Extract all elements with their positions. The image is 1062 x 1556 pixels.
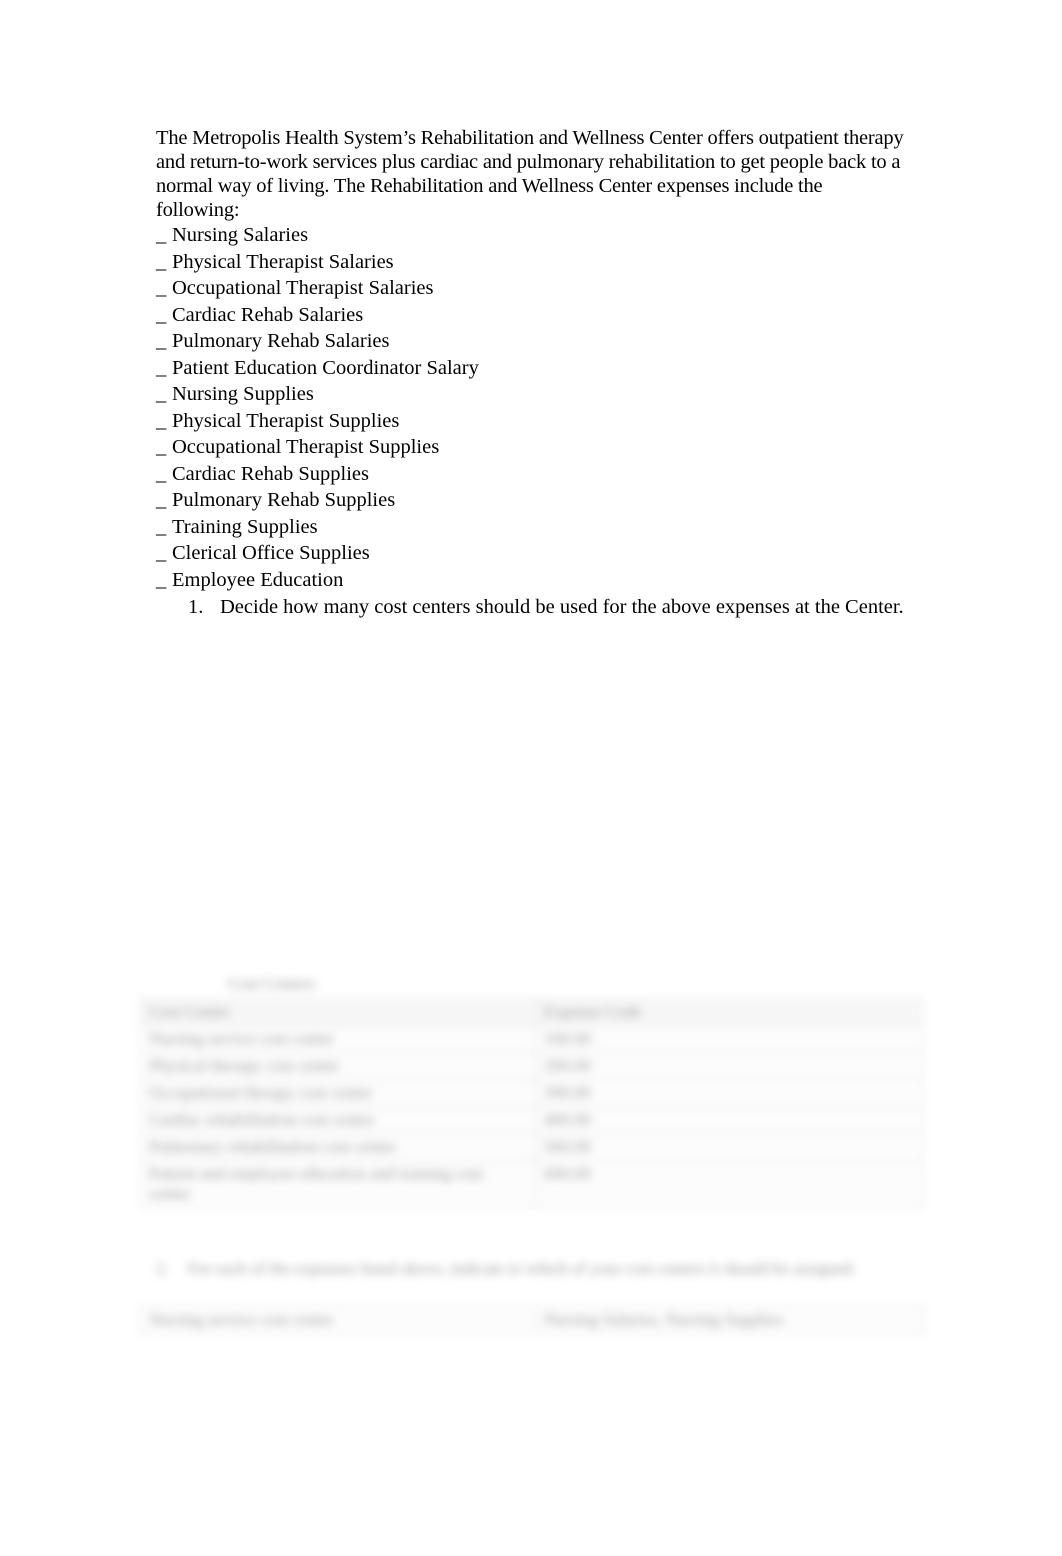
cell-cost-center: Patient and employee education and train… [140,1160,536,1208]
column-header-cost-center: Cost Center [140,998,536,1026]
list-item-label: Training Supplies [172,515,318,538]
bullet-marker: _ [156,383,167,406]
table-row: Occupational therapy cost center 300.00 [140,1079,923,1107]
list-item-label: Pulmonary Rehab Supplies [172,489,396,512]
cost-center-table-caption: Cost Centers [228,974,316,993]
list-item: _ Cardiac Rehab Salaries [156,302,904,329]
question-item: 2. For each of the expenses listed above… [156,1258,888,1280]
list-item: _ Nursing Salaries [156,222,904,249]
bullet-marker: _ [156,277,167,300]
cell-expense-code: 100.00 [535,1025,923,1053]
list-item-label: Physical Therapist Salaries [172,250,394,273]
bullet-marker: _ [156,515,167,538]
cell-cost-center: Occupational therapy cost center [140,1079,536,1107]
cell-cost-center: Nursing service cost center [140,1025,536,1053]
list-item: _ Occupational Therapist Supplies [156,434,904,461]
cell-cost-center: Cardiac rehabilitation cost center [140,1106,536,1134]
table-row: Pulmonary rehabilitation cost center 500… [140,1133,923,1161]
question-number: 1. [188,596,204,619]
column-header-expense-code: Expense Code [535,998,923,1026]
list-item-label: Pulmonary Rehab Salaries [172,330,390,353]
bullet-marker: _ [156,409,167,432]
list-item: _ Employee Education [156,567,904,594]
list-item: _ Patient Education Coordinator Salary [156,355,904,382]
list-item: _ Cardiac Rehab Supplies [156,461,904,488]
list-item-label: Physical Therapist Supplies [172,409,400,432]
bullet-marker: _ [156,489,167,512]
assignment-table: Nursing service cost center Nursing Sala… [140,1306,923,1334]
list-item: _ Clerical Office Supplies [156,540,904,567]
table-row: Patient and employee education and train… [140,1160,923,1208]
list-item: _ Pulmonary Rehab Supplies [156,487,904,514]
bullet-marker: _ [156,542,167,565]
cost-center-table: Cost Center Expense Code Nursing service… [140,998,923,1208]
bullet-marker: _ [156,224,167,247]
expense-list: _ Nursing Salaries _ Physical Therapist Sa… [156,222,904,593]
list-item-label: Cardiac Rehab Supplies [172,462,369,485]
table-row: Cardiac rehabilitation cost center 400.0… [140,1106,923,1134]
list-item: _ Occupational Therapist Salaries [156,275,904,302]
list-item-label: Occupational Therapist Salaries [172,277,434,300]
question-text: For each of the expenses listed above, i… [188,1259,857,1278]
list-item: _ Pulmonary Rehab Salaries [156,328,904,355]
list-item: _ Nursing Supplies [156,381,904,408]
list-item-label: Patient Education Coordinator Salary [172,356,479,379]
cell-cost-center: Physical therapy cost center [140,1052,536,1080]
list-item-label: Cardiac Rehab Salaries [172,303,364,326]
table-row: Nursing service cost center Nursing Sala… [140,1306,923,1334]
cell-expense-code: 300.00 [535,1079,923,1107]
list-item-label: Nursing Salaries [172,224,309,247]
document-body: The Metropolis Health System’s Rehabilit… [156,126,904,620]
question-item: 1. Decide how many cost centers should b… [156,595,904,619]
cell-expense-code: 200.00 [535,1052,923,1080]
table-header-row: Cost Center Expense Code [140,998,923,1026]
list-item-label: Employee Education [172,568,344,591]
list-item-label: Clerical Office Supplies [172,542,370,565]
cell-cost-center: Nursing service cost center [140,1306,536,1334]
cell-expense-code: 400.00 [535,1106,923,1134]
bullet-marker: _ [156,568,167,591]
table-row: Physical therapy cost center 200.00 [140,1052,923,1080]
blurred-lower-section: Cost Centers Cost Center Expense Code Nu… [0,962,1062,1362]
cell-cost-center: Pulmonary rehabilitation cost center [140,1133,536,1161]
cell-expense-code: 500.00 [535,1133,923,1161]
question-number: 2. [156,1259,169,1278]
bullet-marker: _ [156,462,167,485]
list-item: _ Physical Therapist Salaries [156,249,904,276]
list-item-label: Nursing Supplies [172,383,314,406]
list-item: _ Physical Therapist Supplies [156,408,904,435]
bullet-marker: _ [156,330,167,353]
bullet-marker: _ [156,250,167,273]
bullet-marker: _ [156,436,167,459]
cell-expense-code: 600.00 [535,1160,923,1208]
list-item-label: Occupational Therapist Supplies [172,436,440,459]
question-list: 1. Decide how many cost centers should b… [156,595,904,619]
question-text: Decide how many cost centers should be u… [220,596,904,619]
document-page: The Metropolis Health System’s Rehabilit… [0,0,1062,1556]
bullet-marker: _ [156,303,167,326]
bullet-marker: _ [156,356,167,379]
list-item: _ Training Supplies [156,514,904,541]
cell-assigned-expenses: Nursing Salaries, Nursing Supplies [535,1306,923,1334]
intro-paragraph: The Metropolis Health System’s Rehabilit… [156,127,904,222]
table-row: Nursing service cost center 100.00 [140,1025,923,1053]
